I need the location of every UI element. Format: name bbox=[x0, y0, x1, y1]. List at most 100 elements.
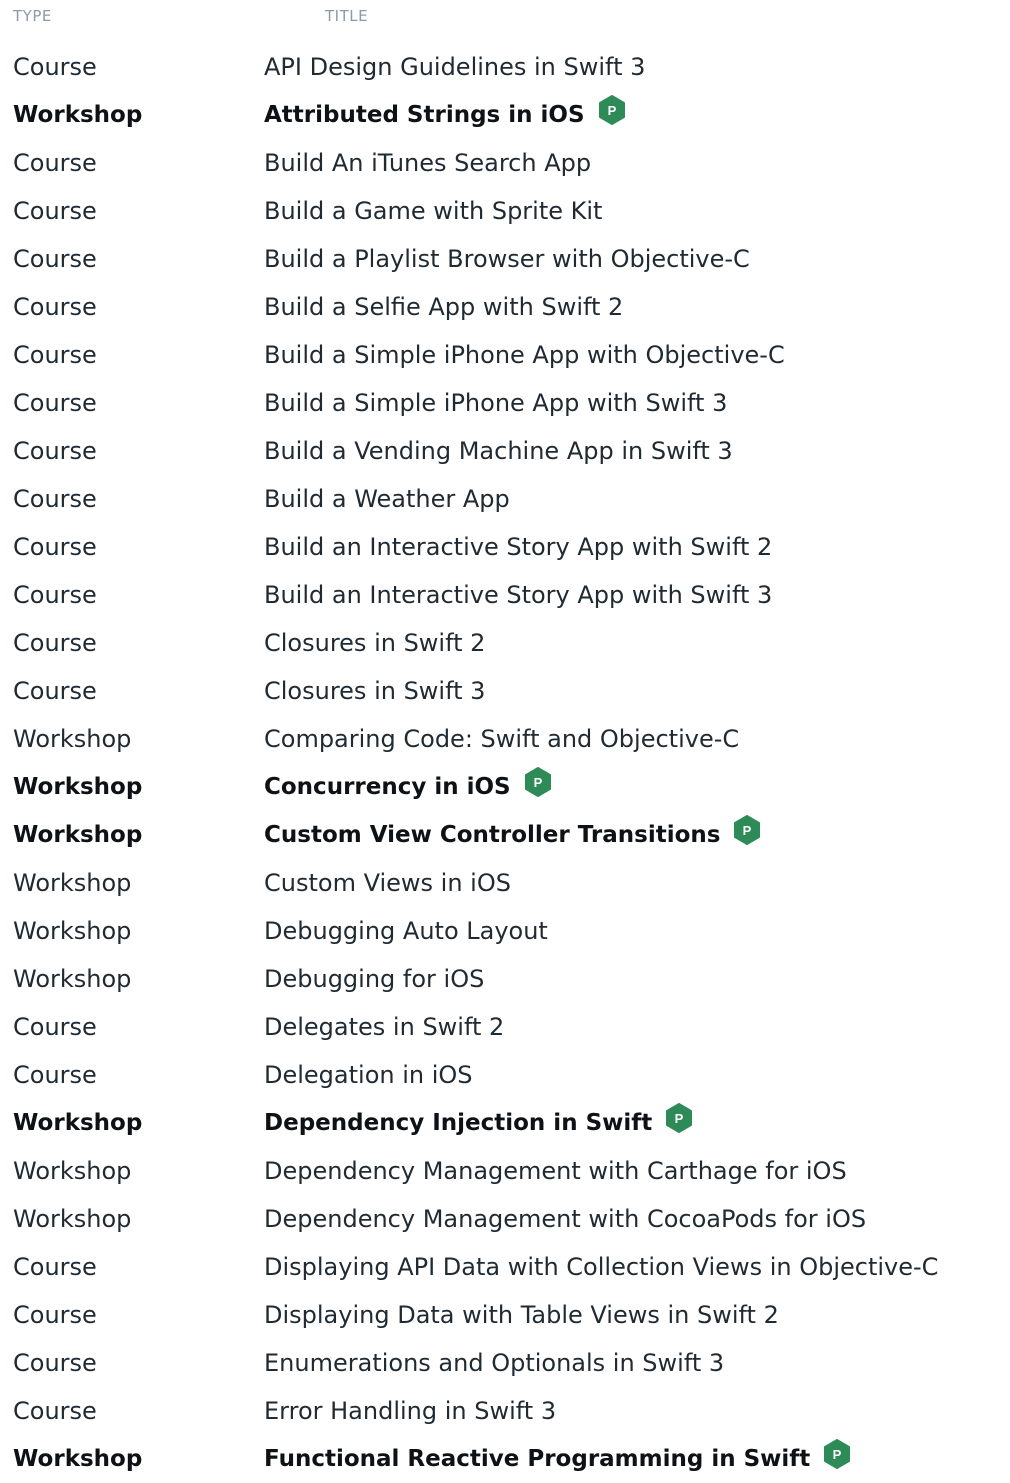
row-title-link[interactable]: Build a Simple iPhone App with Objective… bbox=[264, 341, 785, 369]
row-type: Course bbox=[13, 293, 97, 321]
row-title-link[interactable]: Build An iTunes Search App bbox=[264, 149, 591, 177]
row-title-cell: Build a Simple iPhone App with Objective… bbox=[264, 331, 785, 379]
content-list: Course API Design Guidelines in Swift 3 Wo… bbox=[0, 43, 1010, 1483]
row-title-link[interactable]: Build a Simple iPhone App with Swift 3 bbox=[264, 389, 727, 417]
row-type: Course bbox=[13, 341, 97, 369]
row-title-link[interactable]: Build an Interactive Story App with Swif… bbox=[264, 533, 772, 561]
table-row[interactable]: Workshop Custom View Controller Transitio… bbox=[0, 811, 1010, 859]
row-title-link[interactable]: Attributed Strings in iOS bbox=[264, 102, 585, 128]
row-title-link[interactable]: Build a Weather App bbox=[264, 485, 510, 513]
table-row[interactable]: Course Closures in Swift 2 bbox=[0, 619, 1010, 667]
table-row[interactable]: Course Displaying API Data with Collectio… bbox=[0, 1243, 1010, 1291]
row-title-cell: Build An iTunes Search App bbox=[264, 139, 591, 187]
row-type: Course bbox=[13, 389, 97, 417]
row-title-link[interactable]: Custom View Controller Transitions bbox=[264, 822, 720, 848]
row-type: Workshop bbox=[13, 1157, 132, 1185]
table-row[interactable]: Course Build a Simple iPhone App with Obj… bbox=[0, 331, 1010, 379]
row-type: Course bbox=[13, 1061, 97, 1089]
table-row[interactable]: Course Build a Selfie App with Swift 2 bbox=[0, 283, 1010, 331]
table-row[interactable]: Workshop Debugging for iOS bbox=[0, 955, 1010, 1003]
row-title-link[interactable]: Build a Selfie App with Swift 2 bbox=[264, 293, 623, 321]
table-row[interactable]: Course Displaying Data with Table Views i… bbox=[0, 1291, 1010, 1339]
table-row[interactable]: Workshop Custom Views in iOS bbox=[0, 859, 1010, 907]
table-row[interactable]: Workshop Debugging Auto Layout bbox=[0, 907, 1010, 955]
row-title-link[interactable]: Error Handling in Swift 3 bbox=[264, 1397, 556, 1425]
row-title-link[interactable]: Build a Game with Sprite Kit bbox=[264, 197, 602, 225]
table-row[interactable]: Workshop Functional Reactive Programming … bbox=[0, 1435, 1010, 1483]
row-title-link[interactable]: Build a Vending Machine App in Swift 3 bbox=[264, 437, 733, 465]
row-type: Course bbox=[13, 1397, 97, 1425]
row-title-link[interactable]: Debugging for iOS bbox=[264, 965, 484, 993]
row-title-cell: Delegates in Swift 2 bbox=[264, 1003, 504, 1051]
table-row[interactable]: Workshop Dependency Injection in Swift P bbox=[0, 1099, 1010, 1147]
row-title-cell: Build a Vending Machine App in Swift 3 bbox=[264, 427, 733, 475]
row-title-link[interactable]: Dependency Injection in Swift bbox=[264, 1110, 652, 1136]
table-row[interactable]: Course Error Handling in Swift 3 bbox=[0, 1387, 1010, 1435]
row-title-link[interactable]: Comparing Code: Swift and Objective-C bbox=[264, 725, 739, 753]
row-type: Course bbox=[13, 149, 97, 177]
row-type: Course bbox=[13, 533, 97, 561]
table-row[interactable]: Workshop Dependency Management with Cocoa… bbox=[0, 1195, 1010, 1243]
row-title-cell: Dependency Injection in Swift P bbox=[264, 1099, 694, 1147]
table-row[interactable]: Course Build a Vending Machine App in Swi… bbox=[0, 427, 1010, 475]
table-row[interactable]: Workshop Attributed Strings in iOS P bbox=[0, 91, 1010, 139]
row-type: Workshop bbox=[13, 917, 132, 945]
premium-badge-icon: P bbox=[822, 1439, 852, 1469]
table-row[interactable]: Course API Design Guidelines in Swift 3 bbox=[0, 43, 1010, 91]
row-title-link[interactable]: Custom Views in iOS bbox=[264, 869, 511, 897]
svg-text:P: P bbox=[743, 823, 752, 838]
title-column-header: TITLE bbox=[325, 7, 369, 25]
table-row[interactable]: Course Delegates in Swift 2 bbox=[0, 1003, 1010, 1051]
row-title-cell: Build a Playlist Browser with Objective-… bbox=[264, 235, 750, 283]
row-title-link[interactable]: API Design Guidelines in Swift 3 bbox=[264, 53, 645, 81]
row-title-cell: Build a Weather App bbox=[264, 475, 510, 523]
svg-text:P: P bbox=[675, 1111, 684, 1126]
row-title-link[interactable]: Concurrency in iOS bbox=[264, 774, 511, 800]
row-title-cell: Build a Selfie App with Swift 2 bbox=[264, 283, 623, 331]
row-title-link[interactable]: Enumerations and Optionals in Swift 3 bbox=[264, 1349, 724, 1377]
row-title-cell: Debugging Auto Layout bbox=[264, 907, 548, 955]
table-row[interactable]: Course Enumerations and Optionals in Swif… bbox=[0, 1339, 1010, 1387]
table-row[interactable]: Workshop Dependency Management with Carth… bbox=[0, 1147, 1010, 1195]
table-row[interactable]: Course Delegation in iOS bbox=[0, 1051, 1010, 1099]
premium-badge-icon: P bbox=[523, 767, 553, 797]
table-row[interactable]: Course Build an Interactive Story App wit… bbox=[0, 523, 1010, 571]
table-row[interactable]: Workshop Comparing Code: Swift and Object… bbox=[0, 715, 1010, 763]
row-type: Workshop bbox=[13, 1110, 143, 1136]
row-title-link[interactable]: Displaying API Data with Collection View… bbox=[264, 1253, 938, 1281]
table-row[interactable]: Course Closures in Swift 3 bbox=[0, 667, 1010, 715]
row-title-link[interactable]: Delegates in Swift 2 bbox=[264, 1013, 504, 1041]
table-row[interactable]: Course Build a Weather App bbox=[0, 475, 1010, 523]
table-row[interactable]: Course Build a Simple iPhone App with Swi… bbox=[0, 379, 1010, 427]
row-title-cell: Build an Interactive Story App with Swif… bbox=[264, 571, 772, 619]
table-row[interactable]: Workshop Concurrency in iOS P bbox=[0, 763, 1010, 811]
premium-badge-icon: P bbox=[732, 815, 762, 845]
row-title-link[interactable]: Dependency Management with CocoaPods for… bbox=[264, 1205, 866, 1233]
table-row[interactable]: Course Build an Interactive Story App wit… bbox=[0, 571, 1010, 619]
row-title-link[interactable]: Closures in Swift 3 bbox=[264, 677, 485, 705]
table-row[interactable]: Course Build a Game with Sprite Kit bbox=[0, 187, 1010, 235]
table-row[interactable]: Course Build An iTunes Search App bbox=[0, 139, 1010, 187]
row-title-cell: Displaying Data with Table Views in Swif… bbox=[264, 1291, 779, 1339]
row-title-link[interactable]: Closures in Swift 2 bbox=[264, 629, 485, 657]
row-title-cell: Custom View Controller Transitions P bbox=[264, 811, 762, 859]
table-row[interactable]: Course Build a Playlist Browser with Obje… bbox=[0, 235, 1010, 283]
row-title-link[interactable]: Displaying Data with Table Views in Swif… bbox=[264, 1301, 779, 1329]
row-title-link[interactable]: Functional Reactive Programming in Swift bbox=[264, 1446, 810, 1472]
row-title-cell: Custom Views in iOS bbox=[264, 859, 511, 907]
row-title-link[interactable]: Build a Playlist Browser with Objective-… bbox=[264, 245, 750, 273]
row-title-link[interactable]: Delegation in iOS bbox=[264, 1061, 473, 1089]
svg-text:P: P bbox=[533, 775, 542, 790]
row-type: Workshop bbox=[13, 822, 143, 848]
row-type: Course bbox=[13, 1349, 97, 1377]
row-type: Course bbox=[13, 629, 97, 657]
row-title-cell: Build an Interactive Story App with Swif… bbox=[264, 523, 772, 571]
row-title-cell: Build a Game with Sprite Kit bbox=[264, 187, 602, 235]
row-title-cell: API Design Guidelines in Swift 3 bbox=[264, 43, 645, 91]
row-title-link[interactable]: Dependency Management with Carthage for … bbox=[264, 1157, 847, 1185]
row-title-cell: Debugging for iOS bbox=[264, 955, 484, 1003]
row-title-link[interactable]: Debugging Auto Layout bbox=[264, 917, 548, 945]
row-title-cell: Closures in Swift 3 bbox=[264, 667, 485, 715]
row-title-link[interactable]: Build an Interactive Story App with Swif… bbox=[264, 581, 772, 609]
row-title-cell: Attributed Strings in iOS P bbox=[264, 91, 627, 139]
